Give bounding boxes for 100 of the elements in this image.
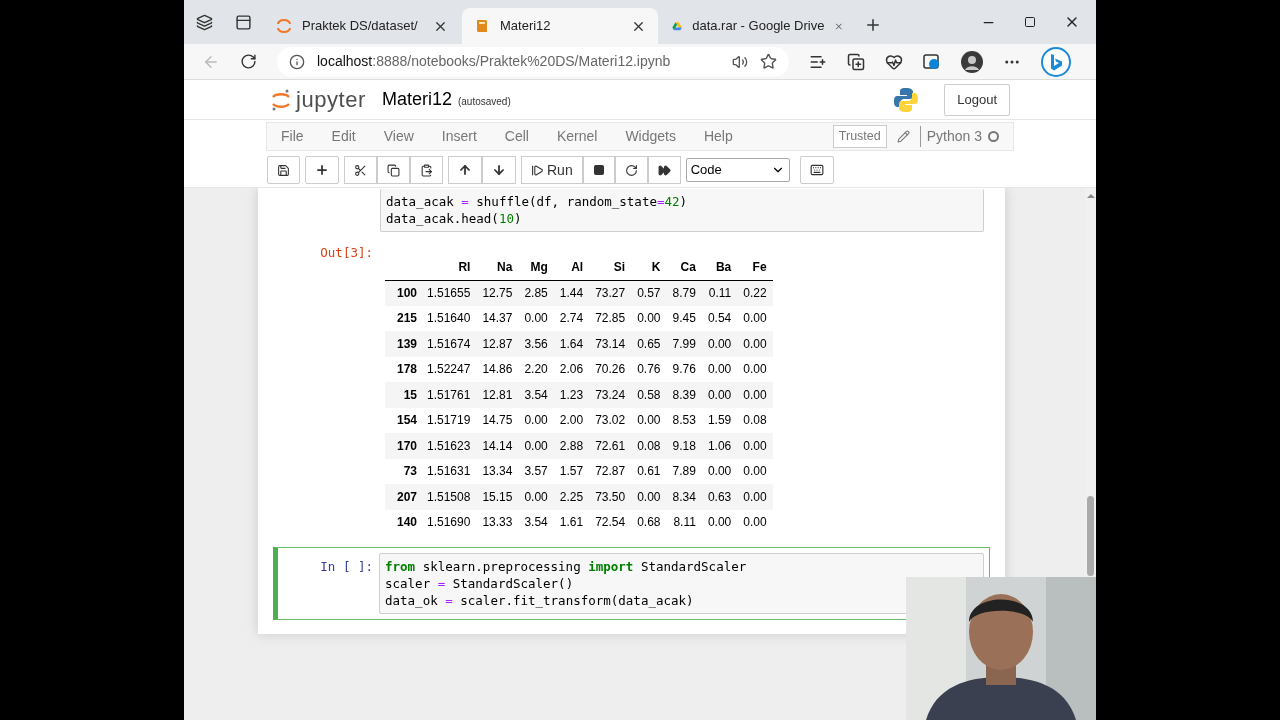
restart-button[interactable]: [614, 156, 648, 184]
heart-pulse-icon[interactable]: [885, 52, 903, 71]
menu-item[interactable]: Cell: [490, 126, 543, 147]
avatar-icon[interactable]: [961, 50, 983, 73]
table-cell: 8.53: [666, 407, 702, 433]
code-line: data_acak.head(10): [386, 210, 523, 227]
paste-button[interactable]: [410, 156, 443, 184]
logout-button[interactable]: Logout: [944, 83, 1010, 116]
browser-tab[interactable]: data.rar - Google Drive: [660, 8, 856, 44]
cell-type-select[interactable]: Code: [685, 158, 790, 182]
column-header: Al: [553, 254, 590, 280]
keyboard-shortcuts-button[interactable]: [799, 156, 834, 184]
info-icon: [289, 53, 305, 70]
table-cell: 72.61: [589, 433, 632, 459]
tab-actions-icon[interactable]: [235, 13, 252, 31]
table-cell: 9.18: [666, 433, 702, 459]
maximize-icon[interactable]: [1024, 16, 1036, 28]
row-index: 73: [385, 458, 421, 484]
table-cell: 0.08: [737, 407, 773, 433]
scrollbar-thumb[interactable]: [1087, 496, 1094, 576]
menu-item[interactable]: Edit: [317, 126, 370, 147]
read-aloud-icon[interactable]: [732, 53, 748, 70]
table-cell: 1.51719: [421, 407, 477, 433]
row-index: 170: [385, 433, 421, 459]
code-line: scaler = StandardScaler(): [385, 575, 575, 592]
bing-icon[interactable]: [1041, 46, 1071, 77]
table-cell: 2.74: [553, 305, 590, 331]
table-cell: 0.00: [737, 356, 773, 382]
table-cell: 0.00: [737, 382, 773, 408]
copy-icon: [387, 163, 400, 177]
menu-item[interactable]: File: [281, 126, 318, 147]
menu-item[interactable]: View: [369, 126, 428, 147]
edit-icon[interactable]: [896, 130, 910, 143]
table-cell: 0.00: [737, 331, 773, 357]
cut-button[interactable]: [344, 156, 377, 184]
table-cell: 0.00: [518, 305, 554, 331]
workspaces-icon[interactable]: [196, 13, 213, 31]
code-editor[interactable]: from sklearn.preprocessing import StandardScaler scaler = StandardScaler() data_ok = scaler.fit_transform(data_acak): [379, 553, 984, 614]
run-button[interactable]: Run: [521, 156, 583, 184]
table-cell: 73.50: [589, 484, 632, 510]
code-line: from sklearn.preprocessing import StandardScaler: [385, 558, 748, 575]
reload-icon[interactable]: [240, 53, 257, 70]
stop-button[interactable]: [582, 156, 615, 184]
scroll-up-icon[interactable]: [1086, 192, 1095, 200]
favorite-icon[interactable]: [760, 53, 777, 70]
save-button[interactable]: [267, 156, 300, 184]
table-cell: 13.34: [476, 458, 519, 484]
input-prompt: In [ ]:: [320, 558, 373, 576]
table-cell: 0.63: [701, 484, 738, 510]
row-index: 139: [385, 331, 421, 357]
move-up-button[interactable]: [448, 156, 482, 184]
jupyter-wordmark[interactable]: jupyter: [296, 83, 366, 116]
row-index: 207: [385, 484, 421, 510]
new-tab-icon[interactable]: [864, 16, 882, 34]
menu-item[interactable]: Help: [689, 126, 747, 147]
table-cell: 1.61: [553, 509, 590, 535]
table-cell: 0.65: [631, 331, 667, 357]
restart-run-all-button[interactable]: [647, 156, 681, 184]
collections-icon[interactable]: [847, 52, 865, 71]
trusted-indicator[interactable]: Trusted: [832, 125, 887, 148]
column-header: Fe: [737, 254, 773, 280]
table-cell: 2.06: [553, 356, 590, 382]
table-cell: 1.51640: [421, 305, 477, 331]
table-cell: 72.87: [589, 458, 632, 484]
row-index: 178: [385, 356, 421, 382]
menu-item[interactable]: Widgets: [611, 126, 690, 147]
table-cell: 73.24: [589, 382, 632, 408]
notebook-title[interactable]: Materi12: [381, 86, 452, 113]
insert-cell-button[interactable]: [305, 156, 339, 184]
browser-e-icon[interactable]: [923, 52, 941, 71]
table-cell: 8.39: [666, 382, 702, 408]
menu-item[interactable]: Insert: [427, 126, 491, 147]
table-cell: 7.99: [666, 331, 702, 357]
scissors-icon: [354, 163, 367, 177]
table-cell: 8.11: [666, 509, 702, 535]
table-cell: 0.58: [631, 382, 667, 408]
browser-tab[interactable]: Materi12: [462, 8, 658, 44]
code-line: data_ok = scaler.fit_transform(data_acak): [385, 592, 695, 609]
code-editor[interactable]: data_acak = shuffle(df, random_state=42) data_acak.head(10): [380, 189, 984, 232]
table-cell: 0.00: [701, 331, 738, 357]
table-cell: 12.75: [476, 280, 519, 306]
row-index: 15: [385, 382, 421, 408]
menu-item[interactable]: Kernel: [542, 126, 612, 147]
table-cell: 1.51690: [421, 509, 477, 535]
row-index: 140: [385, 509, 421, 535]
browser-tab[interactable]: Praktek DS/dataset/: [264, 8, 460, 44]
table-cell: 13.33: [476, 509, 519, 535]
output-prompt: Out[3]:: [320, 244, 373, 262]
address-field[interactable]: localhost:8888/notebooks/Praktek%20DS/Materi12.ipynb: [277, 46, 789, 77]
table-cell: 8.79: [666, 280, 702, 306]
copy-button[interactable]: [377, 156, 410, 184]
arrow-down-icon: [492, 163, 506, 177]
table-cell: 0.00: [737, 458, 773, 484]
table-cell: 3.57: [518, 458, 554, 484]
table-cell: 1.51674: [421, 331, 477, 357]
table-cell: 0.57: [631, 280, 667, 306]
stop-icon: [592, 164, 605, 176]
table-cell: 0.61: [631, 458, 667, 484]
move-down-button[interactable]: [482, 156, 516, 184]
code-cell[interactable]: data_acak = shuffle(df, random_state=42) data_acak.head(10): [273, 188, 990, 238]
